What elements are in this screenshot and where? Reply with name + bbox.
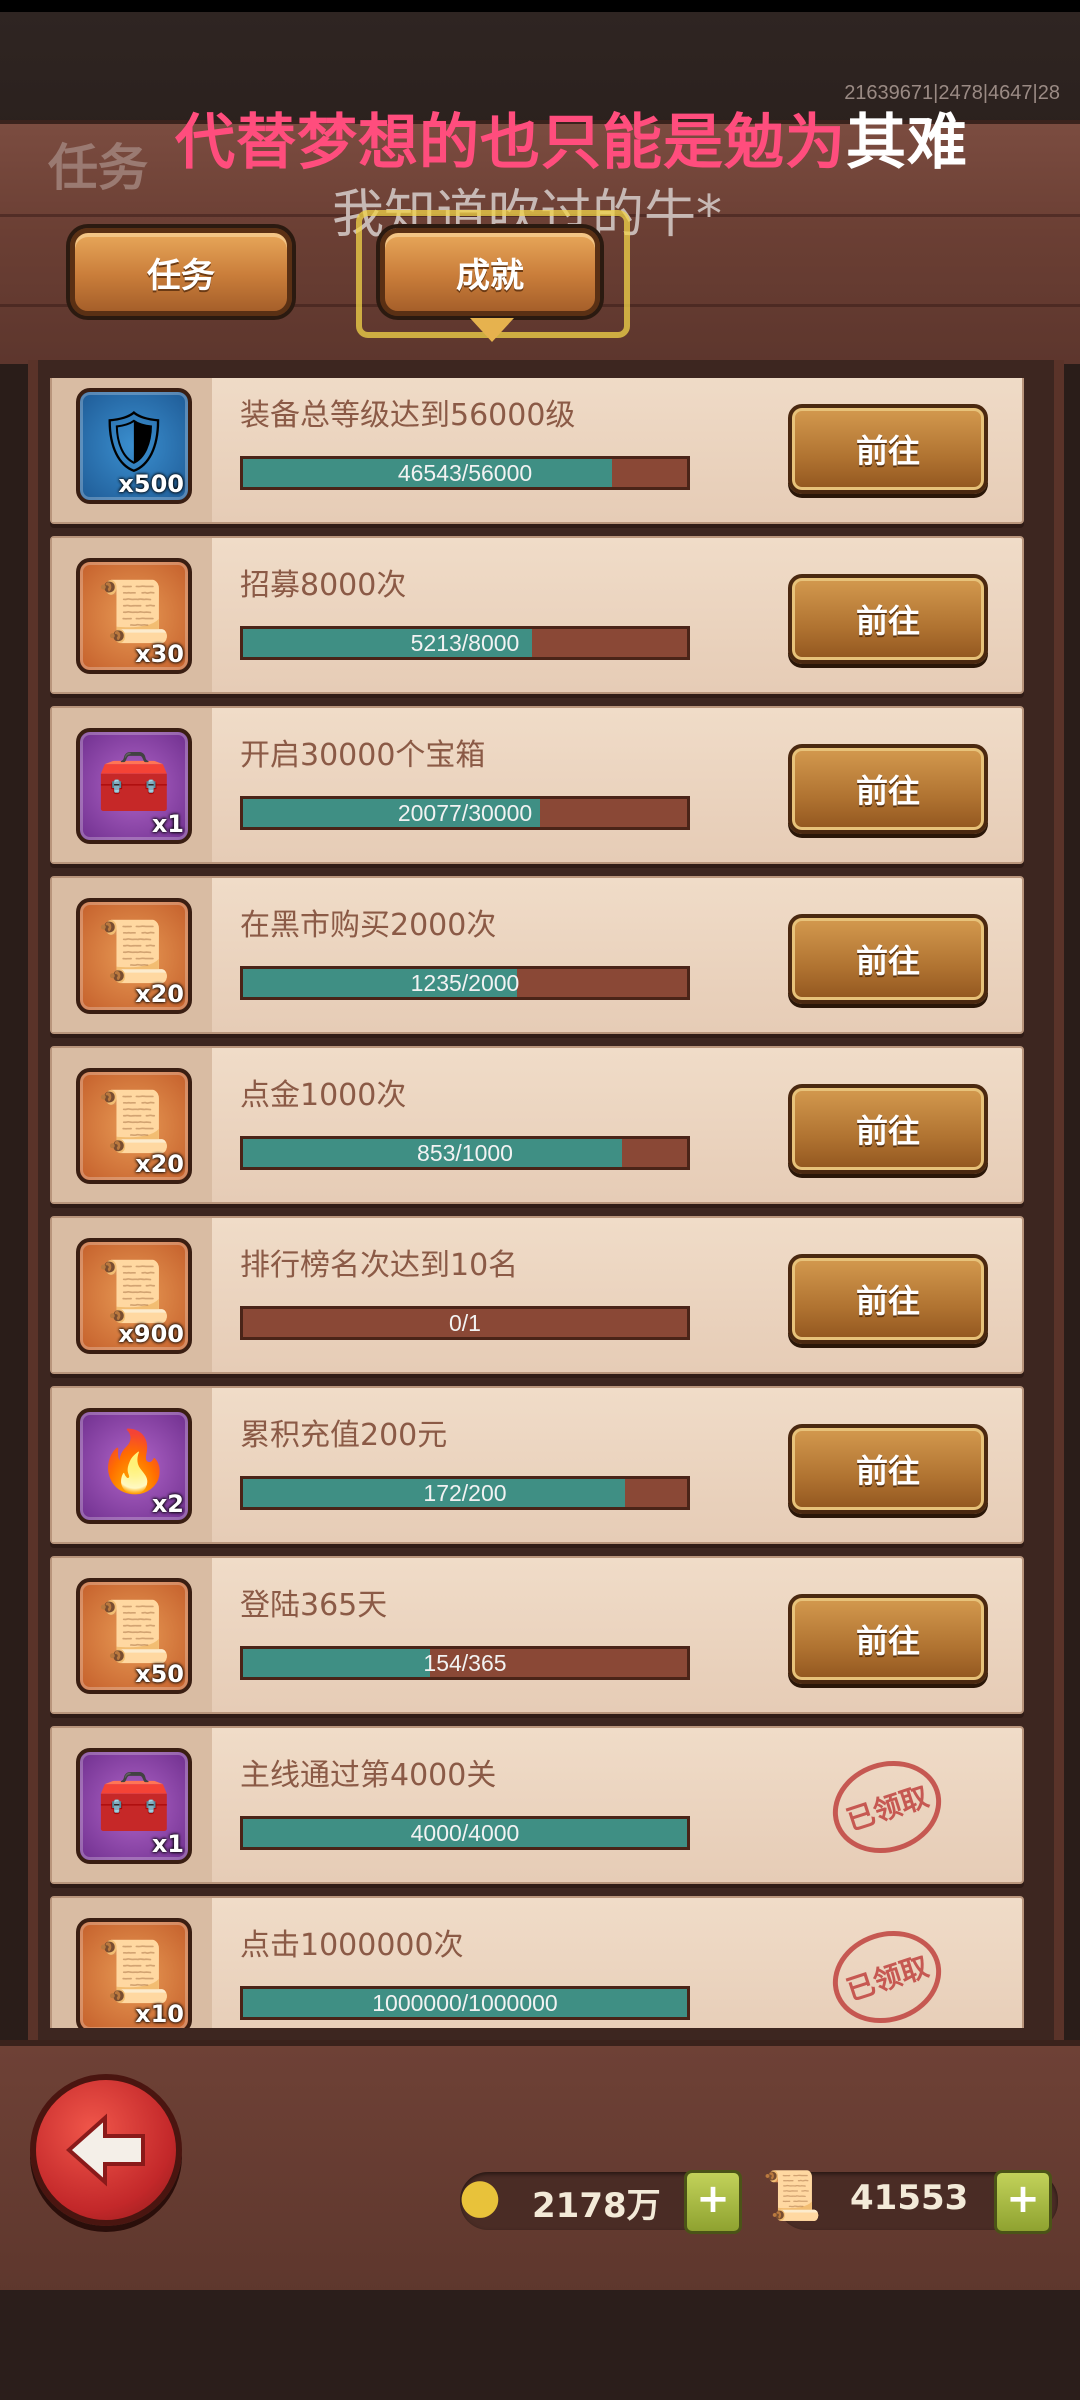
achievement-card: 📜 x30 招募8000次 5213/8000 前往	[50, 536, 1024, 694]
achievement-title: 排行榜名次达到10名	[240, 1248, 519, 1283]
achievement-title: 主线通过第4000关	[240, 1758, 497, 1793]
goto-button[interactable]: 前往	[788, 914, 988, 1004]
achievement-title: 在黑市购买2000次	[240, 908, 497, 943]
reward-panel: 📜 x10	[52, 1898, 212, 2028]
scroll-value: 41553	[850, 2178, 969, 2218]
reward-panel: 🧰 x1	[52, 1728, 212, 1882]
reward-item[interactable]: 📜 x50	[76, 1578, 192, 1694]
reward-quantity: x30	[135, 640, 184, 668]
progress-text: 0/1	[449, 1309, 481, 1336]
reward-quantity: x20	[135, 1150, 184, 1178]
status-bar	[0, 0, 1080, 12]
add-gold-button[interactable]: +	[684, 2170, 742, 2234]
reward-item[interactable]: 🛡 x500	[76, 388, 192, 504]
reward-item[interactable]: 🧰 x1	[76, 728, 192, 844]
back-arrow-icon	[65, 2113, 145, 2187]
scroll-icon: 📜	[762, 2168, 822, 2224]
page-title: 任务	[48, 139, 148, 197]
achievement-card: 🔥 x2 累积充值200元 172/200 前往	[50, 1386, 1024, 1544]
progress-bar: 1000000/1000000	[240, 1986, 690, 2020]
reward-panel: 📜 x20	[52, 1048, 212, 1202]
goto-button[interactable]: 前往	[788, 1084, 988, 1174]
reward-quantity: x500	[118, 470, 184, 498]
progress-text: 172/200	[423, 1479, 507, 1506]
back-button[interactable]	[30, 2074, 182, 2226]
reward-item[interactable]: 🔥 x2	[76, 1408, 192, 1524]
achievement-card: 📜 x20 点金1000次 853/1000 前往	[50, 1046, 1024, 1204]
progress-bar: 5213/8000	[240, 626, 690, 660]
progress-bar: 154/365	[240, 1646, 690, 1680]
progress-text: 4000/4000	[410, 1819, 520, 1846]
achievement-card: 🛡 x500 装备总等级达到56000级 46543/56000 前往	[50, 378, 1024, 524]
reward-panel: 🧰 x1	[52, 708, 212, 862]
reward-panel: 📜 x50	[52, 1558, 212, 1712]
gold-value: 2178万	[532, 2186, 661, 2226]
reward-panel: 📜 x30	[52, 538, 212, 692]
achievement-list[interactable]: 🛡 x500 装备总等级达到56000级 46543/56000 前往 📜 x30 招募800…	[50, 378, 1024, 2028]
achievement-card: 🧰 x1 主线通过第4000关 4000/4000 已领取	[50, 1726, 1024, 1884]
achievement-card: 📜 x50 登陆365天 154/365 前往	[50, 1556, 1024, 1714]
goto-button[interactable]: 前往	[788, 1594, 988, 1684]
goto-button[interactable]: 前往	[788, 1424, 988, 1514]
achievement-title: 点金1000次	[240, 1078, 407, 1113]
goto-button[interactable]: 前往	[788, 574, 988, 664]
reward-item[interactable]: 📜 x20	[76, 1068, 192, 1184]
achievement-card: 📜 x20 在黑市购买2000次 1235/2000 前往	[50, 876, 1024, 1034]
tab-tasks[interactable]: 任务	[70, 228, 292, 316]
progress-text: 46543/56000	[397, 459, 533, 486]
progress-bar: 0/1	[240, 1306, 690, 1340]
achievement-title: 装备总等级达到56000级	[240, 398, 576, 433]
achievement-card: 🧰 x1 开启30000个宝箱 20077/30000 前往	[50, 706, 1024, 864]
reward-panel: 📜 x20	[52, 878, 212, 1032]
progress-bar: 853/1000	[240, 1136, 690, 1170]
add-scroll-button[interactable]: +	[994, 2170, 1052, 2234]
goto-button[interactable]: 前往	[788, 1254, 988, 1344]
achievement-title: 开启30000个宝箱	[240, 738, 486, 773]
tab-selected-arrow-icon	[470, 318, 514, 342]
claimed-stamp: 已领取	[820, 1917, 954, 2028]
reward-quantity: x1	[151, 1830, 184, 1858]
achievement-card: 📜 x10 点击1000000次 1000000/1000000 已领取	[50, 1896, 1024, 2028]
lyric-line-1-end: 其难	[846, 108, 968, 178]
reward-item[interactable]: 📜 x10	[76, 1918, 192, 2028]
progress-bar: 20077/30000	[240, 796, 690, 830]
reward-quantity: x2	[151, 1490, 184, 1518]
reward-panel: 📜 x900	[52, 1218, 212, 1372]
claimed-stamp: 已领取	[820, 1747, 954, 1867]
reward-quantity: x900	[118, 1320, 184, 1348]
reward-item[interactable]: 🧰 x1	[76, 1748, 192, 1864]
reward-quantity: x20	[135, 980, 184, 1008]
gold-coin-icon: ●	[459, 2168, 501, 2224]
reward-quantity: x10	[135, 2000, 184, 2028]
achievement-title: 累积充值200元	[240, 1418, 448, 1453]
progress-bar: 46543/56000	[240, 456, 690, 490]
reward-panel: 🔥 x2	[52, 1388, 212, 1542]
goto-button[interactable]: 前往	[788, 404, 988, 494]
achievement-title: 登陆365天	[240, 1588, 388, 1623]
progress-text: 1000000/1000000	[372, 1989, 558, 2016]
progress-text: 20077/30000	[397, 799, 533, 826]
reward-panel: 🛡 x500	[52, 378, 212, 522]
goto-button[interactable]: 前往	[788, 744, 988, 834]
reward-quantity: x1	[151, 810, 184, 838]
progress-text: 154/365	[423, 1649, 507, 1676]
progress-text: 853/1000	[417, 1139, 513, 1166]
tab-achievements[interactable]: 成就	[380, 228, 600, 316]
lyric-line-1: 代替梦想的也只能是勉为其难	[175, 94, 968, 181]
reward-item[interactable]: 📜 x20	[76, 898, 192, 1014]
progress-bar: 172/200	[240, 1476, 690, 1510]
system-navigation-bar	[0, 2290, 1080, 2400]
progress-text: 5213/8000	[410, 629, 520, 656]
reward-item[interactable]: 📜 x900	[76, 1238, 192, 1354]
lyric-line-1-main: 代替梦想的也只能是勉为	[175, 108, 846, 178]
reward-quantity: x50	[135, 1660, 184, 1688]
achievement-card: 📜 x900 排行榜名次达到10名 0/1 前往	[50, 1216, 1024, 1374]
progress-text: 1235/2000	[410, 969, 520, 996]
progress-bar: 1235/2000	[240, 966, 690, 1000]
achievement-title: 招募8000次	[240, 568, 407, 603]
progress-bar: 4000/4000	[240, 1816, 690, 1850]
achievement-title: 点击1000000次	[240, 1928, 464, 1963]
reward-item[interactable]: 📜 x30	[76, 558, 192, 674]
